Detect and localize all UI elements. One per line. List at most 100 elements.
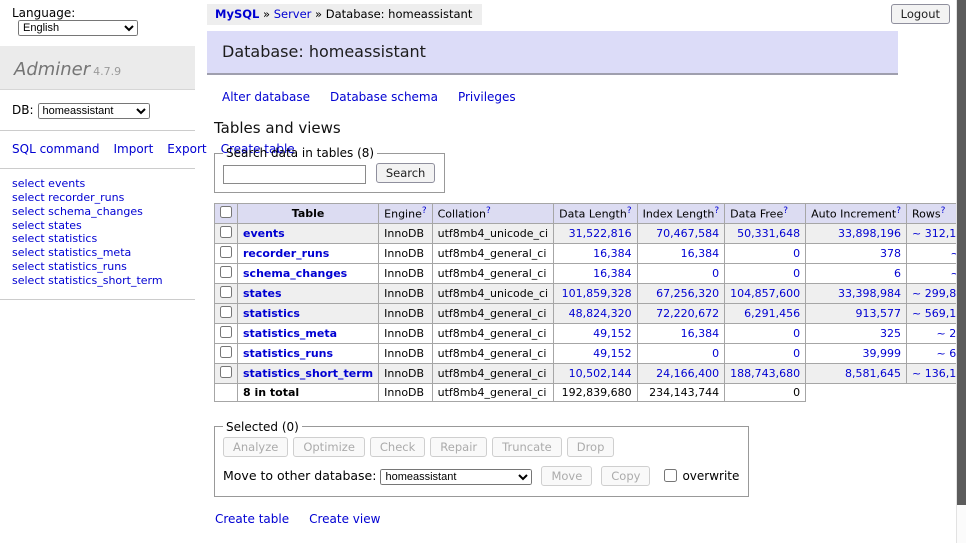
table-link-schema-changes[interactable]: schema_changes — [243, 267, 347, 280]
sidebar-select-states[interactable]: select states — [12, 220, 195, 233]
data-free-link[interactable]: 104,857,600 — [730, 287, 800, 300]
index-length-cell: 70,467,584 — [637, 223, 725, 243]
data-free-link[interactable]: 0 — [793, 267, 800, 280]
data-free-link[interactable]: 50,331,648 — [737, 227, 800, 240]
logout-button[interactable]: Logout — [891, 4, 950, 24]
auto-increment-cell: 325 — [806, 323, 907, 343]
row-checkbox-events[interactable] — [220, 226, 232, 238]
row-checkbox-statistics[interactable] — [220, 306, 232, 318]
data-free-link[interactable]: 0 — [793, 347, 800, 360]
link-alter-database[interactable]: Alter database — [222, 90, 310, 104]
data-length-link[interactable]: 49,152 — [593, 327, 632, 340]
scrollbar-thumb[interactable] — [957, 0, 966, 505]
index-length-cell: 0 — [637, 263, 725, 283]
data-length-link[interactable]: 16,384 — [593, 267, 632, 280]
data-length-link[interactable]: 16,384 — [593, 247, 632, 260]
row-checkbox-statistics-runs[interactable] — [220, 346, 232, 358]
link-privileges[interactable]: Privileges — [458, 90, 516, 104]
link-create-view-bottom[interactable]: Create view — [309, 512, 380, 526]
table-link-states[interactable]: states — [243, 287, 282, 300]
index-length-link[interactable]: 16,384 — [681, 327, 720, 340]
auto-increment-link[interactable]: 6 — [894, 267, 901, 280]
db-select[interactable]: homeassistant — [38, 103, 150, 119]
row-checkbox-statistics-meta[interactable] — [220, 326, 232, 338]
data-length-link[interactable]: 101,859,328 — [562, 287, 632, 300]
auto-increment-link[interactable]: 8,581,645 — [845, 367, 901, 380]
row-checkbox-cell — [215, 223, 238, 243]
auto-increment-link[interactable]: 39,999 — [863, 347, 902, 360]
sidebar-select-statistics-runs[interactable]: select statistics_runs — [12, 261, 195, 274]
sidebar-select-schema-changes[interactable]: select schema_changes — [12, 206, 195, 219]
table-link-events[interactable]: events — [243, 227, 285, 240]
index-length-link[interactable]: 0 — [712, 267, 719, 280]
totals-collation-cell: utf8mb4_general_ci — [432, 383, 553, 401]
table-link-recorder-runs[interactable]: recorder_runs — [243, 247, 329, 260]
data-free-link[interactable]: 0 — [793, 247, 800, 260]
auto-increment-link[interactable]: 913,577 — [856, 307, 902, 320]
data-free-link[interactable]: 188,743,680 — [730, 367, 800, 380]
sidebar-select-events[interactable]: select events — [12, 178, 195, 191]
index-length-link[interactable]: 70,467,584 — [656, 227, 719, 240]
data-free-link[interactable]: 6,291,456 — [744, 307, 800, 320]
data-length-link[interactable]: 31,522,816 — [569, 227, 632, 240]
column-help-icon[interactable]: ? — [783, 206, 788, 216]
breadcrumb: MySQL » Server » Database: homeassistant — [207, 4, 482, 25]
language-select[interactable]: English — [18, 20, 138, 36]
overwrite-checkbox[interactable] — [664, 469, 677, 482]
sidebar-link-import[interactable]: Import — [113, 142, 153, 156]
auto-increment-link[interactable]: 33,898,196 — [838, 227, 901, 240]
row-checkbox-statistics-short-term[interactable] — [220, 366, 232, 378]
link-create-table-bottom[interactable]: Create table — [215, 512, 289, 526]
engine-cell: InnoDB — [379, 323, 432, 343]
data-length-link[interactable]: 49,152 — [593, 347, 632, 360]
breadcrumb-server[interactable]: Server — [274, 7, 312, 21]
index-length-link[interactable]: 67,256,320 — [656, 287, 719, 300]
auto-increment-link[interactable]: 325 — [880, 327, 901, 340]
select-all-header-cell — [215, 203, 238, 223]
overwrite-label: overwrite — [682, 469, 739, 483]
totals-row: 8 in totalInnoDButf8mb4_general_ci192,83… — [215, 383, 966, 401]
index-length-link[interactable]: 72,220,672 — [656, 307, 719, 320]
table-row-events: eventsInnoDButf8mb4_unicode_ci31,522,816… — [215, 223, 966, 243]
col-header-engine: Engine? — [379, 203, 432, 223]
table-link-statistics-meta[interactable]: statistics_meta — [243, 327, 337, 340]
row-checkbox-schema-changes[interactable] — [220, 266, 232, 278]
table-link-statistics-short-term[interactable]: statistics_short_term — [243, 367, 373, 380]
search-input[interactable] — [223, 165, 366, 184]
sidebar-link-export[interactable]: Export — [167, 142, 206, 156]
sidebar-link-sql-command[interactable]: SQL command — [12, 142, 99, 156]
auto-increment-link[interactable]: 33,398,984 — [838, 287, 901, 300]
row-checkbox-cell — [215, 263, 238, 283]
column-help-icon[interactable]: ? — [422, 206, 427, 216]
auto-increment-link[interactable]: 378 — [880, 247, 901, 260]
sidebar-select-statistics[interactable]: select statistics — [12, 233, 195, 246]
row-checkbox-recorder-runs[interactable] — [220, 246, 232, 258]
column-help-icon[interactable]: ? — [714, 206, 719, 216]
index-length-link[interactable]: 16,384 — [681, 247, 720, 260]
totals-name-cell: 8 in total — [238, 383, 379, 401]
table-link-statistics-runs[interactable]: statistics_runs — [243, 347, 333, 360]
column-help-icon[interactable]: ? — [486, 206, 491, 216]
table-link-statistics[interactable]: statistics — [243, 307, 300, 320]
engine-cell: InnoDB — [379, 343, 432, 363]
select-all-checkbox[interactable] — [220, 206, 232, 218]
link-database-schema[interactable]: Database schema — [330, 90, 438, 104]
row-checkbox-states[interactable] — [220, 286, 232, 298]
column-help-icon[interactable]: ? — [627, 206, 632, 216]
move-db-select[interactable]: homeassistant — [380, 469, 532, 485]
index-length-link[interactable]: 24,166,400 — [656, 367, 719, 380]
data-length-link[interactable]: 10,502,144 — [569, 367, 632, 380]
sidebar-select-statistics-meta[interactable]: select statistics_meta — [12, 247, 195, 260]
sidebar-select-recorder-runs[interactable]: select recorder_runs — [12, 192, 195, 205]
column-help-icon[interactable]: ? — [941, 206, 946, 216]
breadcrumb-mysql[interactable]: MySQL — [215, 7, 259, 21]
sidebar-select-statistics-short-term[interactable]: select statistics_short_term — [12, 275, 195, 288]
column-help-icon[interactable]: ? — [896, 206, 901, 216]
collation-cell: utf8mb4_general_ci — [432, 243, 553, 263]
selected-legend: Selected (0) — [223, 420, 302, 434]
search-button[interactable]: Search — [376, 163, 436, 183]
data-length-link[interactable]: 48,824,320 — [569, 307, 632, 320]
scrollbar-track[interactable] — [956, 0, 966, 543]
data-free-link[interactable]: 0 — [793, 327, 800, 340]
index-length-link[interactable]: 0 — [712, 347, 719, 360]
